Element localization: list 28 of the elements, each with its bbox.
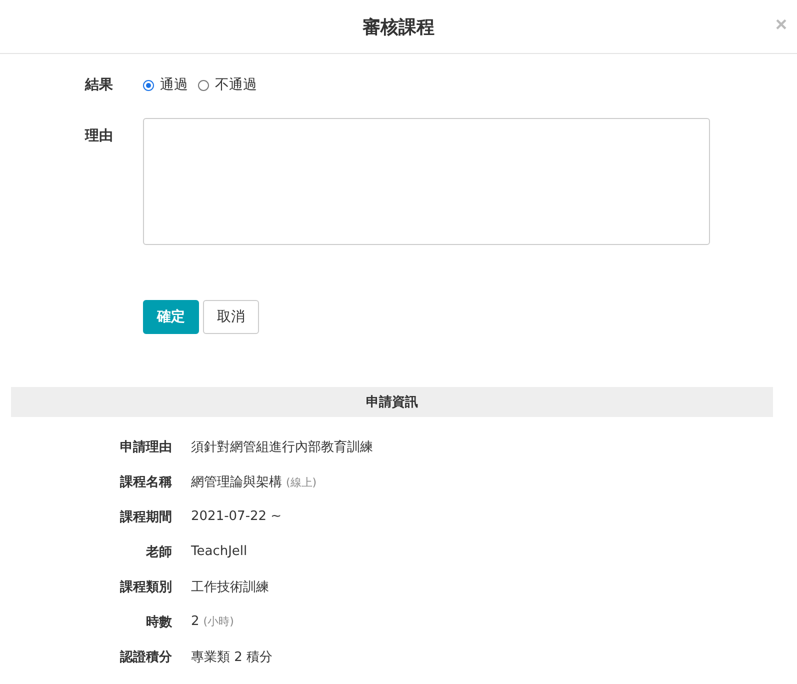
info-label: 時數 [145,614,172,630]
info-value-text: 2 [191,614,200,629]
unit-note: (線上) [286,474,317,490]
info-value-text: 須針對網管組進行內部教育訓練 [191,438,373,456]
info-value-text: 網管理論與架構 [191,474,282,490]
radio-option[interactable]: 不通過 [198,76,257,94]
radio-button[interactable] [143,80,154,90]
info-value-text: 工作技術訓練 [191,578,269,596]
reason-field[interactable] [143,118,710,245]
info-label: 認證積分 [118,648,172,666]
radio-button[interactable] [198,80,209,90]
info-value-text: 2021-07-22 ~ [191,509,282,524]
dialog-title: 審核課程 [362,16,434,38]
info-label: 課程類別 [118,578,172,596]
radio-option[interactable]: 通過 [143,76,188,94]
unit-note: (小時) [203,614,234,629]
field-label: 理由 [85,127,114,145]
info-label: 老師 [144,544,172,560]
info-label: 課程名稱 [118,474,172,490]
section-title: 申請資訊 [366,394,418,411]
info-label: 課程期間 [118,508,172,526]
radio-label: 不通過 [215,76,257,94]
cancel-button[interactable]: 取消 [203,300,259,334]
radio-label: 通過 [160,76,188,94]
info-value-text: 專業類 2 積分 [191,648,273,666]
field-label: 結果 [85,76,114,94]
info-value-text: TeachJell [191,544,248,559]
info-label: 申請理由 [119,438,172,456]
